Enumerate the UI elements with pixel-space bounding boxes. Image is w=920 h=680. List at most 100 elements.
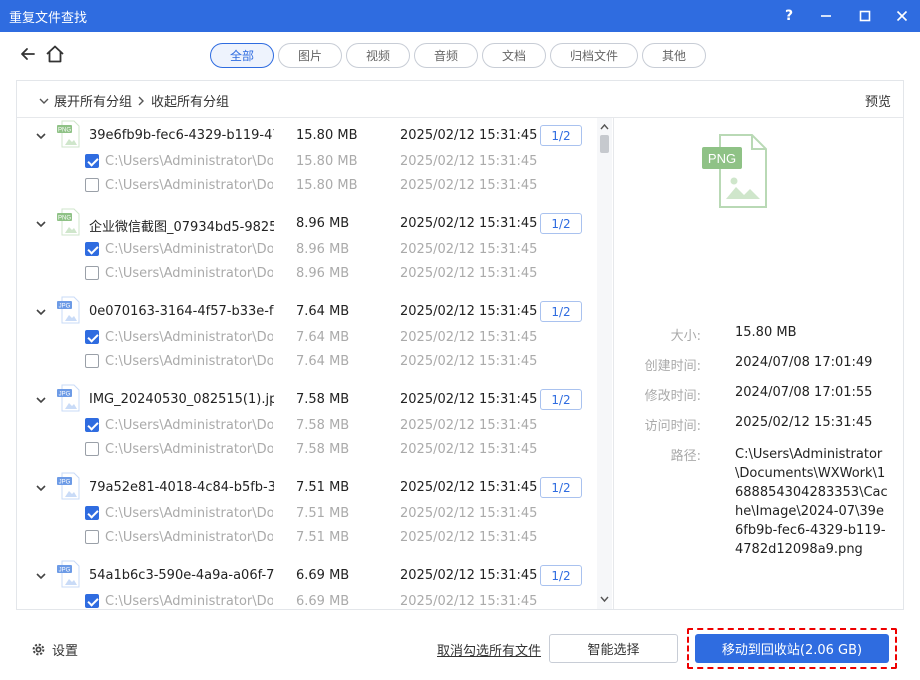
settings-label: 设置 [52, 644, 79, 659]
file-path: C:\Users\Administrator\Do... [105, 330, 273, 345]
file-checkbox[interactable] [85, 418, 99, 432]
group-count-button[interactable]: 1/2 [540, 477, 582, 498]
preview-type-label: PNG [708, 151, 736, 166]
scroll-thumb[interactable] [600, 135, 609, 153]
help-button[interactable]: ? [771, 0, 807, 32]
collapse-all-button[interactable]: 收起所有分组 [134, 91, 229, 110]
chevron-down-icon[interactable] [34, 217, 48, 231]
chevron-down-icon[interactable] [34, 393, 48, 407]
maximize-icon [859, 10, 871, 22]
accessed-value: 2025/02/12 15:31:45 [735, 415, 873, 430]
png-file-preview-icon: PNG [702, 134, 767, 208]
scroll-down-icon[interactable] [597, 592, 612, 606]
list-scrollbar[interactable] [597, 118, 612, 609]
file-row[interactable]: C:\Users\Administrator\Do... 7.58 MB 2025/… [17, 439, 597, 461]
chevron-down-icon[interactable] [34, 129, 48, 143]
group-count-button[interactable]: 1/2 [540, 213, 582, 234]
file-size: 7.64 MB [296, 354, 350, 369]
results-toolbar: 展开所有分组 收起所有分组 预览 [17, 81, 903, 118]
tab-audio[interactable]: 音频 [414, 43, 478, 68]
group-row[interactable]: PNG 企业微信截图_07934bd5-9825-... 8.96 MB 2025/0… [17, 208, 597, 236]
title-bar: 重复文件查找 ? [0, 0, 920, 32]
file-checkbox[interactable] [85, 178, 99, 192]
file-size: 7.64 MB [296, 330, 350, 345]
group-name: IMG_20240530_082515(1).jpg [89, 392, 274, 407]
chevron-right-icon [138, 96, 144, 105]
file-row[interactable]: C:\Users\Administrator\Do... 8.96 MB 2025/… [17, 263, 597, 285]
group-row[interactable]: JPG IMG_20240530_082515(1).jpg 7.58 MB 2025… [17, 384, 597, 412]
file-size: 15.80 MB [296, 178, 358, 193]
file-checkbox[interactable] [85, 442, 99, 456]
file-size: 7.51 MB [296, 506, 350, 521]
minimize-button[interactable] [808, 0, 844, 32]
group-row[interactable]: JPG 79a52e81-4018-4c84-b5fb-35... 7.51 MB 2… [17, 472, 597, 500]
tab-archives[interactable]: 归档文件 [550, 43, 638, 68]
window-title: 重复文件查找 [9, 11, 88, 26]
smart-select-button[interactable]: 智能选择 [549, 634, 678, 663]
move-to-recycle-bin-button[interactable]: 移动到回收站(2.06 GB) [695, 634, 889, 663]
group-count-button[interactable]: 1/2 [540, 565, 582, 586]
close-icon [896, 10, 908, 22]
chevron-down-icon [39, 98, 49, 104]
file-row[interactable]: C:\Users\Administrator\Do... 15.80 MB 2025… [17, 151, 597, 173]
home-button[interactable] [44, 43, 66, 65]
png-file-icon: PNG [57, 120, 80, 148]
group-size: 8.96 MB [296, 216, 350, 231]
close-button[interactable] [884, 0, 920, 32]
file-date: 2025/02/12 15:31:45 [400, 594, 538, 609]
file-checkbox[interactable] [85, 266, 99, 280]
file-row[interactable]: C:\Users\Administrator\Do... 8.96 MB 2025/… [17, 239, 597, 261]
file-path: C:\Users\Administrator\Do... [105, 354, 273, 369]
file-row[interactable]: C:\Users\Administrator\Do... 6.69 MB 2025/… [17, 591, 597, 609]
chevron-down-icon[interactable] [34, 481, 48, 495]
file-checkbox[interactable] [85, 154, 99, 168]
chevron-down-icon[interactable] [34, 305, 48, 319]
group-row[interactable]: JPG 54a1b6c3-590e-4a9a-a06f-78... 6.69 MB 2… [17, 560, 597, 588]
file-row[interactable]: C:\Users\Administrator\Do... 7.58 MB 2025/… [17, 415, 597, 437]
tab-images[interactable]: 图片 [278, 43, 342, 68]
file-row[interactable]: C:\Users\Administrator\Do... 7.64 MB 2025/… [17, 351, 597, 373]
tab-all[interactable]: 全部 [210, 43, 274, 68]
back-button[interactable] [18, 44, 38, 64]
file-size: 7.58 MB [296, 442, 350, 457]
modified-value: 2024/07/08 17:01:55 [735, 385, 873, 400]
file-path: C:\Users\Administrator\Do... [105, 178, 273, 193]
group-size: 6.69 MB [296, 568, 350, 583]
file-checkbox[interactable] [85, 530, 99, 544]
file-type-label: JPG [59, 480, 71, 486]
file-date: 2025/02/12 15:31:45 [400, 154, 538, 169]
settings-button[interactable]: 设置 [31, 640, 78, 659]
modified-label: 修改时间: [644, 389, 701, 404]
preview-toggle[interactable]: 预览 [865, 91, 891, 110]
tab-other[interactable]: 其他 [642, 43, 706, 68]
created-label: 创建时间: [644, 359, 701, 374]
deselect-all-link[interactable]: 取消勾选所有文件 [437, 640, 541, 659]
file-row[interactable]: C:\Users\Administrator\Do... 7.64 MB 2025/… [17, 327, 597, 349]
tab-videos[interactable]: 视频 [346, 43, 410, 68]
expand-all-button[interactable]: 展开所有分组 [37, 91, 132, 110]
group-name: 54a1b6c3-590e-4a9a-a06f-78... [89, 568, 274, 583]
arrow-left-icon [21, 48, 35, 60]
group-count-button[interactable]: 1/2 [540, 125, 582, 146]
file-size: 7.51 MB [296, 530, 350, 545]
panel-divider [613, 118, 614, 609]
home-icon [46, 45, 64, 63]
group-row[interactable]: JPG 0e070163-3164-4f57-b33e-f2... 7.64 MB 2… [17, 296, 597, 324]
file-date: 2025/02/12 15:31:45 [400, 354, 538, 369]
file-row[interactable]: C:\Users\Administrator\Do... 15.80 MB 2025… [17, 175, 597, 197]
chevron-down-icon[interactable] [34, 569, 48, 583]
scroll-up-icon[interactable] [597, 120, 612, 134]
file-checkbox[interactable] [85, 242, 99, 256]
file-date: 2025/02/12 15:31:45 [400, 266, 538, 281]
file-row[interactable]: C:\Users\Administrator\Do... 7.51 MB 2025/… [17, 503, 597, 525]
file-checkbox[interactable] [85, 330, 99, 344]
maximize-button[interactable] [847, 0, 883, 32]
file-checkbox[interactable] [85, 594, 99, 608]
tab-documents[interactable]: 文档 [482, 43, 546, 68]
file-checkbox[interactable] [85, 506, 99, 520]
file-checkbox[interactable] [85, 354, 99, 368]
file-row[interactable]: C:\Users\Administrator\Do... 7.51 MB 2025/… [17, 527, 597, 549]
group-count-button[interactable]: 1/2 [540, 389, 582, 410]
group-count-button[interactable]: 1/2 [540, 301, 582, 322]
group-row[interactable]: PNG 39e6fb9b-fec6-4329-b119-47... 15.80 MB… [17, 120, 597, 148]
